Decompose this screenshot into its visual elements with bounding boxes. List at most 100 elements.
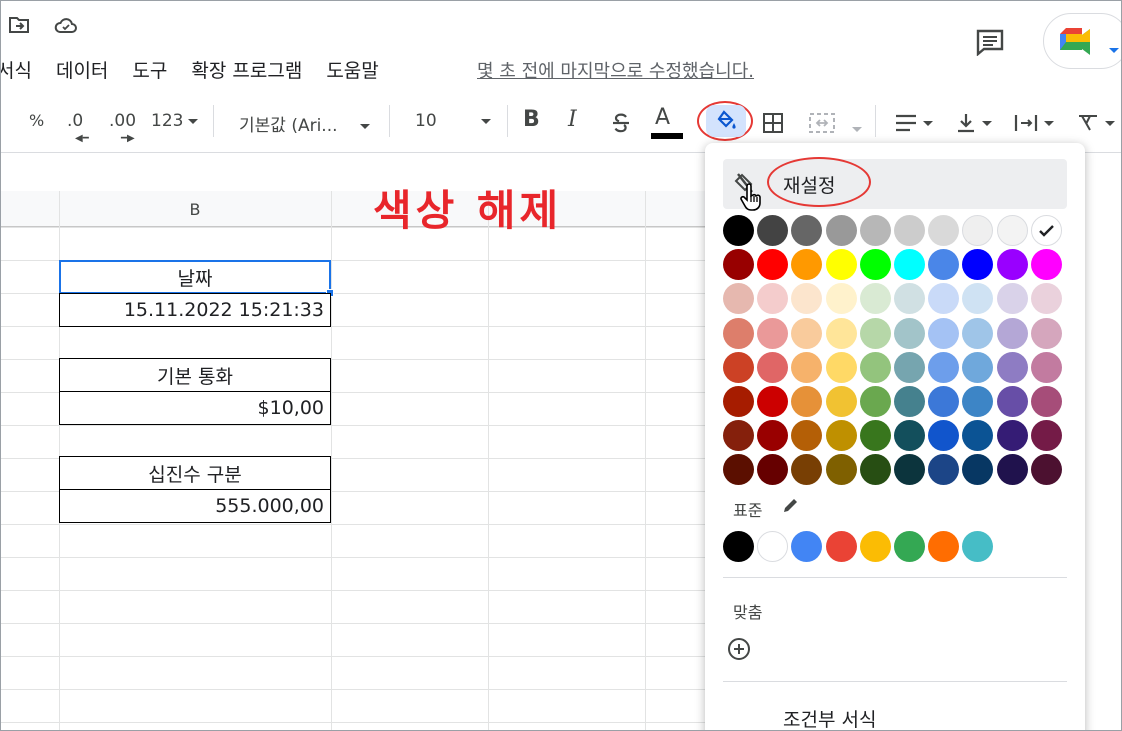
font-select[interactable]: 기본값 (Ari...: [239, 111, 370, 136]
standard-color-swatch[interactable]: [791, 531, 823, 562]
color-swatch[interactable]: [894, 317, 925, 349]
standard-color-swatch[interactable]: [757, 531, 789, 562]
color-swatch[interactable]: [859, 317, 891, 349]
move-to-folder-icon[interactable]: [7, 13, 31, 37]
horizontal-align-icon[interactable]: [889, 109, 937, 137]
menu-tools[interactable]: 도구: [132, 56, 167, 83]
color-swatch[interactable]: [928, 249, 960, 281]
color-swatch[interactable]: [791, 317, 823, 349]
color-swatch[interactable]: [723, 317, 754, 349]
color-swatch[interactable]: [1030, 386, 1062, 417]
color-swatch[interactable]: [859, 386, 891, 417]
reset-button[interactable]: 재설정: [723, 157, 1067, 211]
color-swatch[interactable]: [825, 386, 857, 417]
color-swatch[interactable]: [1030, 317, 1062, 349]
text-color-button[interactable]: A: [649, 103, 685, 141]
color-swatch[interactable]: [859, 454, 891, 486]
color-swatch[interactable]: [757, 317, 789, 349]
standard-color-swatch[interactable]: [859, 531, 891, 562]
cell-currency-value[interactable]: $10,00: [59, 391, 331, 425]
color-swatch[interactable]: [996, 454, 1028, 486]
color-swatch[interactable]: [996, 386, 1028, 417]
color-swatch[interactable]: [825, 420, 857, 452]
color-swatch[interactable]: [996, 420, 1028, 452]
last-edit-link[interactable]: 몇 초 전에 마지막으로 수정했습니다.: [477, 57, 754, 83]
color-swatch[interactable]: [825, 283, 857, 315]
comment-icon[interactable]: [973, 25, 1007, 59]
color-swatch[interactable]: [1030, 249, 1062, 281]
cell-decimal-header[interactable]: 십진수 구분: [59, 456, 331, 490]
color-swatch[interactable]: [791, 454, 823, 486]
color-swatch[interactable]: [825, 317, 857, 349]
color-swatch[interactable]: [791, 351, 823, 383]
font-size-select[interactable]: 10: [415, 111, 491, 131]
standard-color-swatch[interactable]: [928, 531, 960, 562]
color-swatch[interactable]: [996, 215, 1028, 246]
color-swatch[interactable]: [757, 454, 789, 486]
color-swatch[interactable]: [894, 283, 925, 315]
color-swatch[interactable]: [859, 215, 891, 246]
menu-format[interactable]: 서식: [1, 56, 32, 83]
color-swatch[interactable]: [825, 454, 857, 486]
color-swatch[interactable]: [757, 215, 789, 246]
text-wrap-icon[interactable]: [1007, 109, 1059, 137]
color-swatch[interactable]: [723, 283, 754, 315]
menu-extensions[interactable]: 확장 프로그램: [191, 56, 302, 83]
color-swatch[interactable]: [825, 249, 857, 281]
color-swatch[interactable]: [928, 386, 960, 417]
color-swatch[interactable]: [723, 420, 754, 452]
text-rotation-icon[interactable]: [1069, 109, 1121, 137]
color-swatch[interactable]: [894, 386, 925, 417]
more-formats-button[interactable]: 123: [151, 111, 199, 131]
color-swatch[interactable]: [723, 351, 754, 383]
column-header-b[interactable]: B: [59, 191, 331, 227]
color-swatch[interactable]: [996, 249, 1028, 281]
color-swatch[interactable]: [962, 454, 994, 486]
color-swatch[interactable]: [791, 420, 823, 452]
color-swatch[interactable]: [859, 351, 891, 383]
color-swatch[interactable]: [791, 283, 823, 315]
cell-date-value[interactable]: 15.11.2022 15:21:33: [59, 293, 331, 327]
color-swatch[interactable]: [859, 249, 891, 281]
color-swatch[interactable]: [928, 420, 960, 452]
color-swatch[interactable]: [894, 215, 925, 246]
color-swatch[interactable]: [996, 351, 1028, 383]
color-swatch[interactable]: [962, 249, 994, 281]
menu-help[interactable]: 도움말: [326, 56, 378, 83]
bold-button[interactable]: B: [523, 107, 540, 132]
color-swatch[interactable]: [928, 283, 960, 315]
color-swatch[interactable]: [996, 283, 1028, 315]
color-swatch[interactable]: [928, 317, 960, 349]
color-swatch[interactable]: [791, 386, 823, 417]
standard-color-swatch[interactable]: [962, 531, 994, 562]
menu-data[interactable]: 데이터: [56, 56, 108, 83]
color-swatch[interactable]: [757, 249, 789, 281]
decrease-decimal-button[interactable]: .0 ◀━: [67, 111, 89, 144]
add-custom-color-icon[interactable]: [726, 636, 752, 662]
standard-color-swatch[interactable]: [723, 531, 754, 562]
color-swatch[interactable]: [859, 283, 891, 315]
color-swatch[interactable]: [723, 454, 754, 486]
italic-button[interactable]: I: [568, 107, 577, 132]
merge-cells-icon[interactable]: [805, 109, 839, 137]
fill-color-button[interactable]: [697, 101, 753, 141]
color-swatch[interactable]: [928, 454, 960, 486]
increase-decimal-button[interactable]: .00 ━▶: [109, 111, 136, 144]
standard-color-swatch[interactable]: [894, 531, 925, 562]
color-swatch[interactable]: [757, 351, 789, 383]
color-swatch[interactable]: [1030, 283, 1062, 315]
color-swatch[interactable]: [1030, 215, 1062, 246]
color-swatch[interactable]: [859, 420, 891, 452]
color-swatch[interactable]: [962, 283, 994, 315]
color-swatch[interactable]: [894, 454, 925, 486]
color-swatch[interactable]: [1030, 351, 1062, 383]
color-swatch[interactable]: [928, 215, 960, 246]
color-swatch[interactable]: [723, 215, 754, 246]
color-swatch[interactable]: [757, 386, 789, 417]
color-swatch[interactable]: [723, 249, 754, 281]
color-swatch[interactable]: [894, 351, 925, 383]
color-swatch[interactable]: [825, 351, 857, 383]
color-swatch[interactable]: [962, 317, 994, 349]
color-swatch[interactable]: [1030, 420, 1062, 452]
cell-currency-header[interactable]: 기본 통화: [59, 358, 331, 392]
